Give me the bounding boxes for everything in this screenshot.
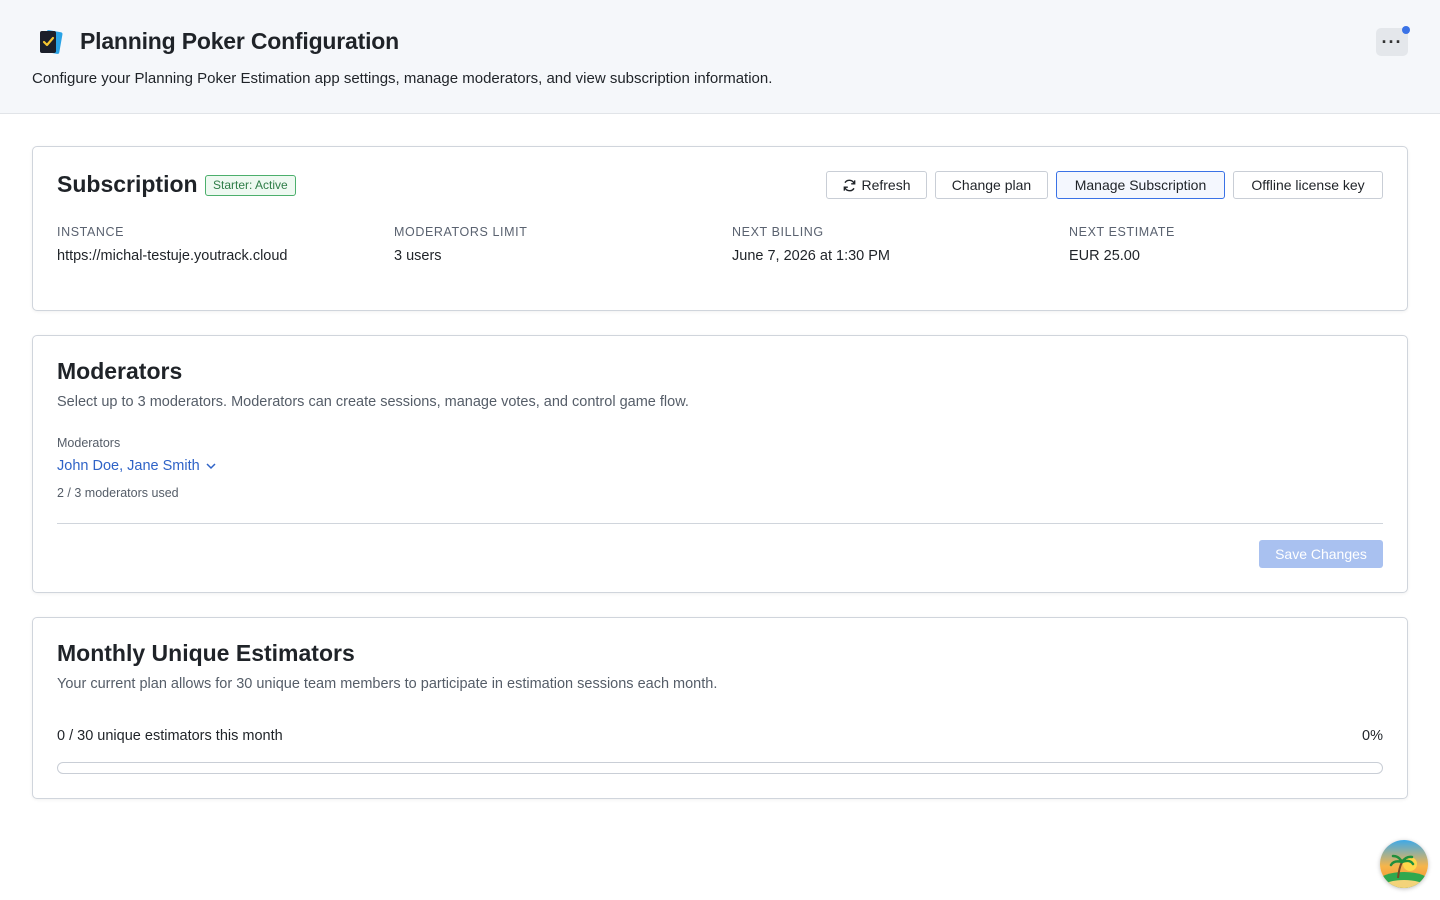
instance-label: INSTANCE	[57, 225, 125, 239]
planning-poker-logo-icon	[36, 28, 64, 56]
estimators-description: Your current plan allows for 30 unique t…	[57, 676, 718, 692]
moderators-selected-value: John Doe, Jane Smith	[57, 458, 200, 474]
change-plan-button[interactable]: Change plan	[935, 171, 1048, 199]
page-header: Planning Poker Configuration Configure y…	[0, 0, 1440, 114]
chevron-down-icon	[206, 458, 216, 474]
offline-license-key-button[interactable]: Offline license key	[1233, 171, 1383, 199]
moderators-usage-hint: 2 / 3 moderators used	[57, 486, 179, 500]
status-badge: Starter: Active	[205, 175, 296, 196]
moderators-limit-value: 3 users	[394, 248, 442, 264]
refresh-icon	[842, 178, 857, 193]
subscription-title: Subscription	[57, 171, 198, 197]
instance-value: https://michal-testuje.youtrack.cloud	[57, 248, 288, 264]
page-title: Planning Poker Configuration	[80, 28, 399, 54]
estimators-progress-bar	[57, 762, 1383, 774]
moderators-title: Moderators	[57, 358, 183, 384]
subscription-card: Subscription Starter: Active Refresh Cha…	[32, 146, 1408, 311]
estimators-usage-text: 0 / 30 unique estimators this month	[57, 728, 283, 744]
user-avatar[interactable]	[1380, 840, 1428, 888]
refresh-label: Refresh	[861, 177, 911, 193]
estimators-title: Monthly Unique Estimators	[57, 640, 355, 666]
divider	[57, 523, 1383, 524]
estimators-card: Monthly Unique Estimators Your current p…	[32, 617, 1408, 799]
moderators-limit-label: MODERATORS LIMIT	[394, 225, 528, 239]
moderators-select[interactable]: John Doe, Jane Smith	[57, 458, 216, 474]
page-description: Configure your Planning Poker Estimation…	[32, 70, 773, 87]
save-changes-button[interactable]: Save Changes	[1259, 540, 1383, 568]
moderators-field-label: Moderators	[57, 436, 121, 450]
notification-dot	[1402, 26, 1410, 34]
estimators-usage-percent: 0%	[1362, 728, 1383, 744]
next-billing-label: NEXT BILLING	[732, 225, 824, 239]
refresh-button[interactable]: Refresh	[826, 171, 927, 199]
moderators-card: Moderators Select up to 3 moderators. Mo…	[32, 335, 1408, 593]
next-estimate-value: EUR 25.00	[1069, 248, 1140, 264]
next-estimate-label: NEXT ESTIMATE	[1069, 225, 1175, 239]
next-billing-value: June 7, 2026 at 1:30 PM	[732, 248, 890, 264]
manage-subscription-button[interactable]: Manage Subscription	[1056, 171, 1225, 199]
more-horizontal-icon: ···	[1381, 32, 1403, 52]
moderators-description: Select up to 3 moderators. Moderators ca…	[57, 394, 689, 410]
